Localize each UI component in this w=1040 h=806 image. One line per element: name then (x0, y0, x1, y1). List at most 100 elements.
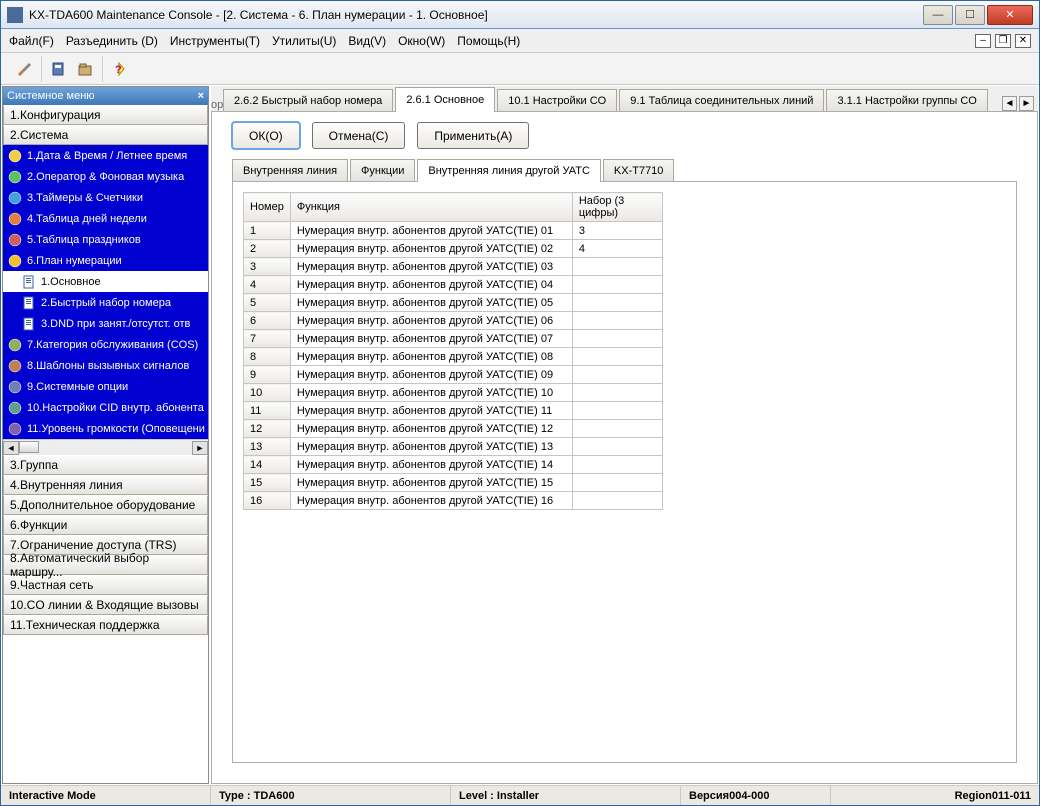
cell-dial[interactable] (572, 384, 662, 402)
cell-dial[interactable] (572, 366, 662, 384)
section-bottom-8[interactable]: 11.Техническая поддержка (3, 615, 208, 635)
tree-node-4[interactable]: 5.Таблица праздников (3, 229, 208, 250)
tree-node-3[interactable]: 4.Таблица дней недели (3, 208, 208, 229)
menu-tools[interactable]: Инструменты(T) (170, 34, 260, 48)
mdi-restore-button[interactable]: ❐ (995, 34, 1011, 48)
col-no[interactable]: Номер (244, 193, 291, 222)
main-tab-4[interactable]: 3.1.1 Настройки группы CO (826, 89, 987, 111)
tree-child-5-0[interactable]: 1.Основное (3, 271, 208, 292)
col-dial[interactable]: Набор (3 цифры) (572, 193, 662, 222)
tab-overflow-left: ор (211, 99, 223, 111)
cell-func[interactable]: Нумерация внутр. абонентов другой УАТС(T… (290, 312, 572, 330)
sub-tab-0[interactable]: Внутренняя линия (232, 159, 348, 181)
cell-func[interactable]: Нумерация внутр. абонентов другой УАТС(T… (290, 402, 572, 420)
section-bottom-7[interactable]: 10.CO линии & Входящие вызовы (3, 595, 208, 615)
cell-func[interactable]: Нумерация внутр. абонентов другой УАТС(T… (290, 366, 572, 384)
tree-node-1[interactable]: 2.Оператор & Фоновая музыка (3, 166, 208, 187)
tree-icon (7, 400, 23, 416)
table-row: 2Нумерация внутр. абонентов другой УАТС(… (244, 240, 663, 258)
cell-func[interactable]: Нумерация внутр. абонентов другой УАТС(T… (290, 492, 572, 510)
cell-dial[interactable] (572, 348, 662, 366)
sidebar-close-icon[interactable]: × (198, 90, 204, 102)
save-to-pbx-icon[interactable] (48, 58, 70, 80)
cell-dial[interactable] (572, 438, 662, 456)
tree-label: 5.Таблица праздников (27, 234, 141, 246)
sub-tab-3[interactable]: KX-T7710 (603, 159, 675, 181)
help-icon[interactable]: ? (109, 58, 131, 80)
tree-child-5-1[interactable]: 2.Быстрый набор номера (3, 292, 208, 313)
brush-tool-icon[interactable] (13, 58, 35, 80)
maximize-button[interactable]: ☐ (955, 5, 985, 25)
cell-dial[interactable] (572, 276, 662, 294)
menu-disconnect[interactable]: Разъединить (D) (66, 34, 158, 48)
load-from-pbx-icon[interactable] (74, 58, 96, 80)
menu-help[interactable]: Помощь(H) (457, 34, 520, 48)
cell-func[interactable]: Нумерация внутр. абонентов другой УАТС(T… (290, 456, 572, 474)
scroll-left-icon[interactable]: ◄ (3, 441, 19, 455)
main-tab-0[interactable]: 2.6.2 Быстрый набор номера (223, 89, 393, 111)
ok-button[interactable]: ОК(O) (232, 122, 300, 149)
menu-utilities[interactable]: Утилиты(U) (272, 34, 336, 48)
cell-func[interactable]: Нумерация внутр. абонентов другой УАТС(T… (290, 240, 572, 258)
menu-view[interactable]: Вид(V) (348, 34, 386, 48)
cell-dial[interactable] (572, 294, 662, 312)
mdi-close-button[interactable]: ✕ (1015, 34, 1031, 48)
cell-dial[interactable] (572, 456, 662, 474)
tree-node-2[interactable]: 3.Таймеры & Счетчики (3, 187, 208, 208)
cell-dial[interactable] (572, 420, 662, 438)
cell-func[interactable]: Нумерация внутр. абонентов другой УАТС(T… (290, 384, 572, 402)
section-bottom-0[interactable]: 3.Группа (3, 455, 208, 475)
tab-nav-left[interactable]: ◄ (1002, 96, 1017, 111)
tree-node-5[interactable]: 6.План нумерации (3, 250, 208, 271)
tree-node-0[interactable]: 1.Дата & Время / Летнее время (3, 145, 208, 166)
cell-func[interactable]: Нумерация внутр. абонентов другой УАТС(T… (290, 258, 572, 276)
tree-node-8[interactable]: 9.Системные опции (3, 376, 208, 397)
cell-dial[interactable] (572, 492, 662, 510)
menu-window[interactable]: Окно(W) (398, 34, 445, 48)
section-top-0[interactable]: 1.Конфигурация (3, 105, 208, 125)
cancel-button[interactable]: Отмена(C) (312, 122, 406, 149)
section-bottom-5[interactable]: 8.Автоматический выбор маршру... (3, 555, 208, 575)
cell-func[interactable]: Нумерация внутр. абонентов другой УАТС(T… (290, 330, 572, 348)
close-button[interactable]: ✕ (987, 5, 1033, 25)
tree-icon (7, 232, 23, 248)
section-bottom-3[interactable]: 6.Функции (3, 515, 208, 535)
sub-tab-1[interactable]: Функции (350, 159, 415, 181)
apply-button[interactable]: Применить(A) (417, 122, 529, 149)
cell-func[interactable]: Нумерация внутр. абонентов другой УАТС(T… (290, 276, 572, 294)
tree-child-5-2[interactable]: 3.DND при занят./отсутст. отв (3, 313, 208, 334)
scroll-right-icon[interactable]: ► (192, 441, 208, 455)
tab-nav-right[interactable]: ► (1019, 96, 1034, 111)
cell-dial[interactable] (572, 312, 662, 330)
menu-file[interactable]: Файл(F) (9, 34, 54, 48)
cell-func[interactable]: Нумерация внутр. абонентов другой УАТС(T… (290, 294, 572, 312)
tree-node-6[interactable]: 7.Категория обслуживания (COS) (3, 334, 208, 355)
tree-node-9[interactable]: 10.Настройки CID внутр. абонента (3, 397, 208, 418)
cell-func[interactable]: Нумерация внутр. абонентов другой УАТС(T… (290, 348, 572, 366)
mdi-minimize-button[interactable]: – (975, 34, 991, 48)
minimize-button[interactable]: — (923, 5, 953, 25)
tree-node-7[interactable]: 8.Шаблоны вызывных сигналов (3, 355, 208, 376)
main-tab-1[interactable]: 2.6.1 Основное (395, 87, 495, 111)
sidebar-scrollbar[interactable]: ◄ ► (3, 439, 208, 455)
cell-dial[interactable]: 4 (572, 240, 662, 258)
section-bottom-2[interactable]: 5.Дополнительное оборудование (3, 495, 208, 515)
cell-func[interactable]: Нумерация внутр. абонентов другой УАТС(T… (290, 420, 572, 438)
cell-func[interactable]: Нумерация внутр. абонентов другой УАТС(T… (290, 474, 572, 492)
cell-func[interactable]: Нумерация внутр. абонентов другой УАТС(T… (290, 438, 572, 456)
main-tab-3[interactable]: 9.1 Таблица соединительных линий (619, 89, 824, 111)
tree-node-10[interactable]: 11.Уровень громкости (Оповещени (3, 418, 208, 439)
section-bottom-1[interactable]: 4.Внутренняя линия (3, 475, 208, 495)
cell-func[interactable]: Нумерация внутр. абонентов другой УАТС(T… (290, 222, 572, 240)
main-tab-2[interactable]: 10.1 Настройки CO (497, 89, 617, 111)
sub-tab-2[interactable]: Внутренняя линия другой УАТС (417, 159, 601, 181)
page-icon (21, 316, 37, 332)
cell-dial[interactable] (572, 402, 662, 420)
cell-dial[interactable] (572, 258, 662, 276)
cell-dial[interactable] (572, 474, 662, 492)
cell-dial[interactable]: 3 (572, 222, 662, 240)
cell-dial[interactable] (572, 330, 662, 348)
section-top-1[interactable]: 2.Система (3, 125, 208, 145)
col-func[interactable]: Функция (290, 193, 572, 222)
cell-no: 3 (244, 258, 291, 276)
